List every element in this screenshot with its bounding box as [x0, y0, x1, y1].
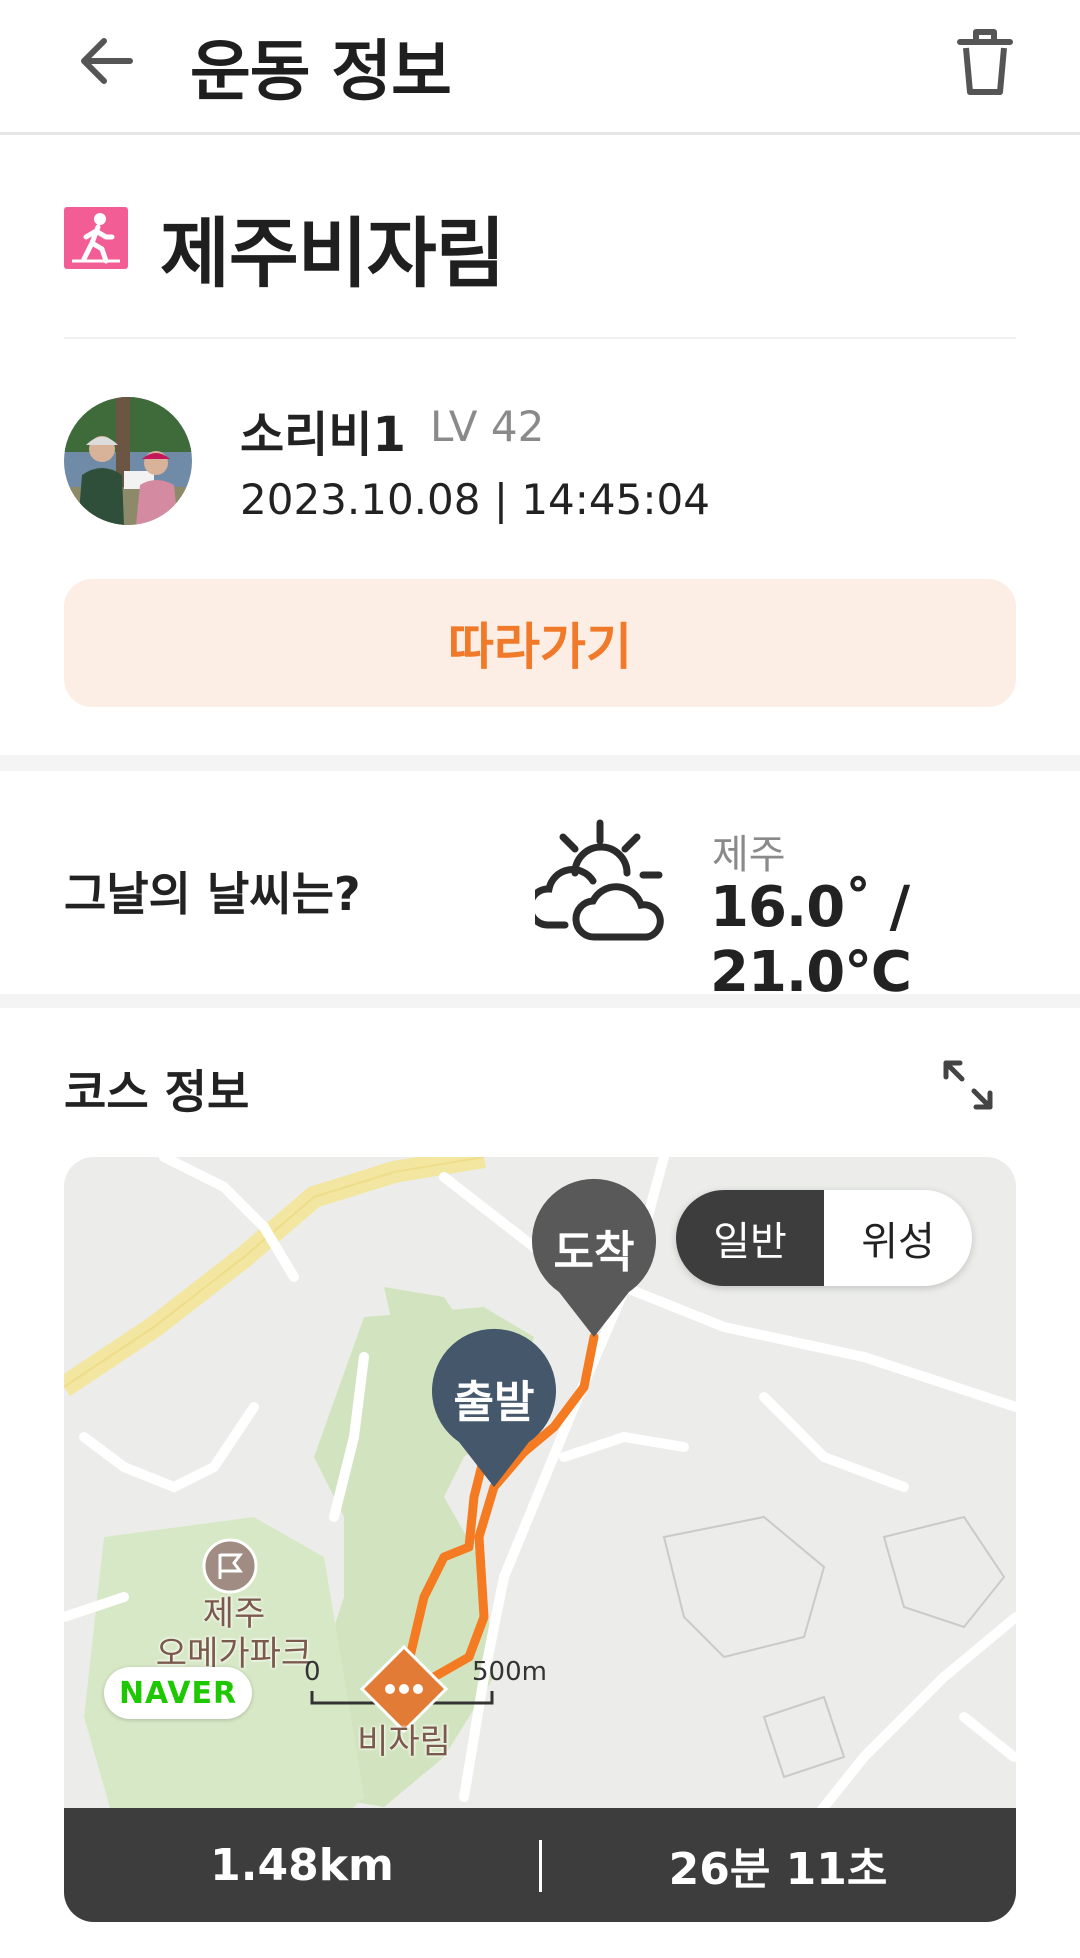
partly-cloudy-icon: [526, 815, 665, 950]
duration-value: 26분 11초: [668, 1844, 888, 1895]
back-button[interactable]: [72, 26, 142, 96]
weather-question: 그날의 날씨는?: [64, 867, 361, 921]
map-type-satellite[interactable]: 위성: [824, 1190, 972, 1286]
trash-icon: [957, 29, 1013, 95]
map-type-normal[interactable]: 일반: [676, 1190, 824, 1286]
distance-value: 1.48km: [210, 1839, 394, 1891]
expand-map-button[interactable]: [938, 1055, 998, 1115]
place-label: 비자림: [357, 1722, 451, 1762]
map-type-toggle[interactable]: 일반 위성: [676, 1190, 972, 1286]
expand-icon: [943, 1060, 993, 1110]
weather-temperature: 16.0˚ / 21.0℃: [710, 875, 912, 1005]
user-level: LV 42: [430, 402, 545, 451]
user-name: 소리비1: [240, 407, 406, 463]
scale-end-label: 500m: [472, 1657, 547, 1687]
weather-region: 제주: [712, 832, 786, 878]
follow-button[interactable]: 따라가기: [64, 579, 1016, 707]
course-info-title: 코스 정보: [64, 1065, 250, 1119]
scale-start-label: 0: [304, 1657, 321, 1687]
section-separator: [0, 994, 1080, 1008]
end-marker-label[interactable]: 도착: [529, 1216, 659, 1280]
arrow-left-icon: [81, 38, 133, 84]
avatar[interactable]: [64, 397, 192, 525]
naver-logo: NAVER: [104, 1667, 252, 1719]
app-header: 운동 정보: [0, 0, 1080, 135]
section-separator: [0, 755, 1080, 771]
workout-datetime: 2023.10.08 | 14:45:04: [240, 475, 710, 524]
delete-button[interactable]: [950, 24, 1020, 100]
walking-person-icon: [64, 207, 128, 269]
page-title: 운동 정보: [190, 33, 452, 110]
start-marker-label[interactable]: 출발: [429, 1366, 559, 1430]
divider: [64, 337, 1016, 339]
course-name: 제주비자림: [160, 209, 506, 298]
course-stats-bar: 1.48km 26분 11초: [64, 1808, 1016, 1922]
